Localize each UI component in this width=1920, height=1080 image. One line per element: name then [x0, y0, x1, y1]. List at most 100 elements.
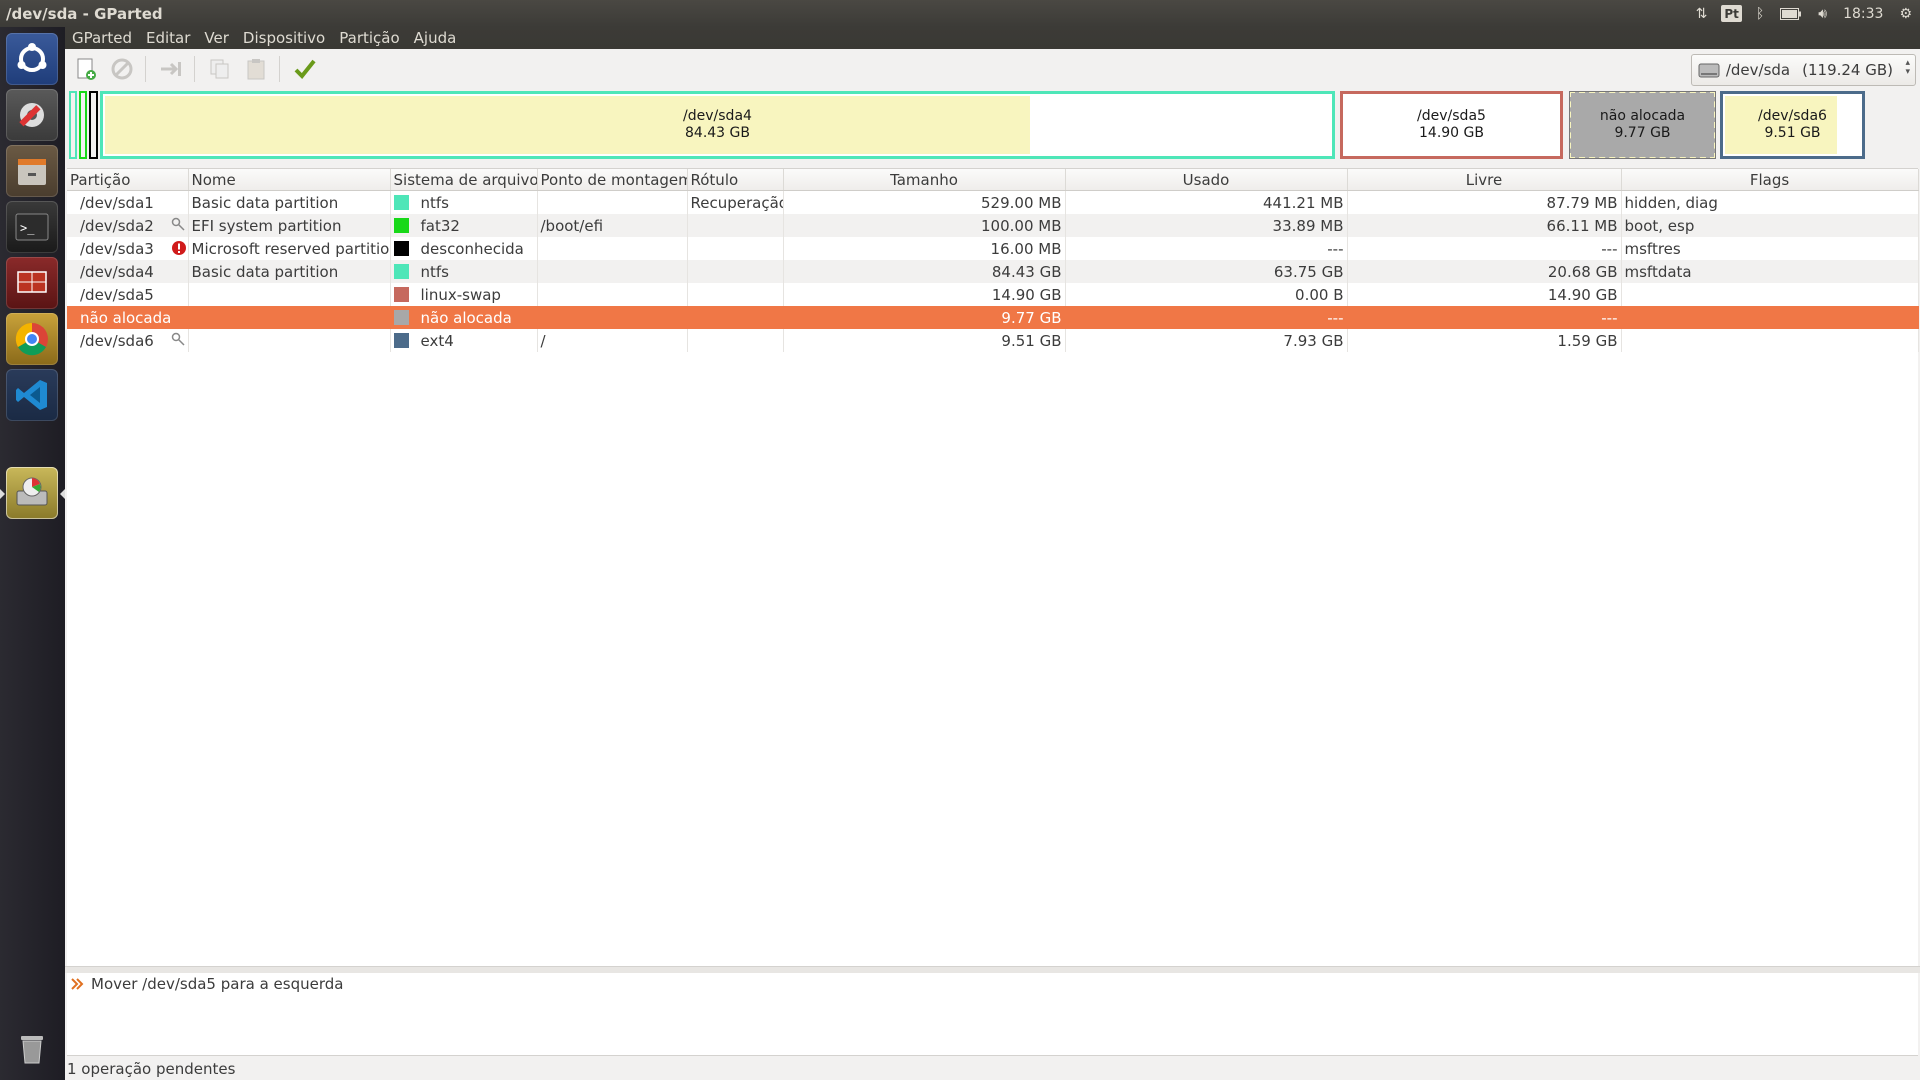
cell-partition: /dev/sda6	[80, 331, 154, 350]
fs-color-swatch	[393, 332, 409, 348]
diskmap-sda1[interactable]	[69, 91, 77, 159]
keyboard-layout-indicator[interactable]: Pt	[1721, 5, 1742, 22]
table-row[interactable]: /dev/sda6 ext4 / 9.51 GB 7.93 GB 1.59 GB	[67, 329, 1919, 352]
trash-icon[interactable]	[6, 1021, 58, 1073]
bluetooth-icon[interactable]: ᛒ	[1748, 0, 1772, 27]
column-header-usado[interactable]: Usado	[1065, 169, 1348, 191]
files-icon[interactable]	[6, 145, 58, 197]
cell-partition: /dev/sda2	[80, 216, 154, 235]
cell-size: 16.00 MB	[783, 237, 1066, 260]
apply-button[interactable]	[290, 54, 320, 84]
menu-ver[interactable]: Ver	[197, 29, 236, 47]
table-row-selected[interactable]: não alocada não alocada 9.77 GB --- ---	[67, 306, 1919, 329]
column-header-particao[interactable]: Partição	[67, 169, 189, 191]
cell-used: 63.75 GB	[1065, 260, 1348, 283]
operation-text: Mover /dev/sda5 para a esquerda	[91, 975, 344, 993]
cell-label	[687, 260, 784, 283]
new-icon	[77, 58, 96, 80]
diskmap-sda5[interactable]: /dev/sda5 14.90 GB	[1340, 91, 1563, 159]
table-row[interactable]: /dev/sda3 Microsoft reserved partition d…	[67, 237, 1919, 260]
column-header-flags[interactable]: Flags	[1621, 169, 1919, 191]
menu-particao[interactable]: Partição	[332, 29, 406, 47]
delete-partition-button[interactable]	[107, 54, 137, 84]
cell-fs: linux-swap	[420, 285, 501, 304]
cell-flags: msftres	[1621, 237, 1919, 260]
diskmap-sda4[interactable]: /dev/sda4 84.43 GB	[100, 91, 1335, 159]
terminal-icon[interactable]: >_	[6, 201, 58, 253]
menu-ajuda[interactable]: Ajuda	[407, 29, 464, 47]
column-header-montagem[interactable]: Ponto de montagem	[537, 169, 688, 191]
cell-used: ---	[1065, 237, 1348, 260]
menu-dispositivo[interactable]: Dispositivo	[236, 29, 332, 47]
column-header-nome[interactable]: Nome	[188, 169, 391, 191]
checkmark-icon	[294, 59, 316, 79]
fs-color-swatch	[393, 194, 409, 210]
diskmap-unallocated[interactable]: não alocada 9.77 GB	[1569, 91, 1716, 159]
cell-fs: ntfs	[420, 193, 449, 212]
diskmap-sda4-usage	[105, 96, 1030, 154]
gparted-icon[interactable]	[6, 467, 58, 519]
key-icon	[171, 332, 185, 350]
fs-color-swatch	[393, 240, 409, 256]
copy-button[interactable]	[205, 54, 235, 84]
network-icon[interactable]: ⇅	[1688, 0, 1716, 27]
battery-icon[interactable]	[1772, 0, 1810, 27]
table-row[interactable]: /dev/sda2 EFI system partition fat32 /bo…	[67, 214, 1919, 237]
column-header-sistema[interactable]: Sistema de arquivos	[390, 169, 538, 191]
cell-size: 9.77 GB	[783, 306, 1066, 329]
launcher: >_	[0, 27, 66, 1080]
vscode-icon[interactable]	[6, 369, 58, 421]
cell-free: ---	[1347, 237, 1622, 260]
system-settings-icon[interactable]	[6, 89, 58, 141]
menu-editar[interactable]: Editar	[139, 29, 197, 47]
disk-map: /dev/sda4 84.43 GB /dev/sda5 14.90 GB nã…	[69, 89, 1917, 161]
column-header-livre[interactable]: Livre	[1347, 169, 1622, 191]
remote-desktop-icon[interactable]	[6, 257, 58, 309]
cell-flags	[1621, 306, 1919, 329]
pane-splitter[interactable]	[65, 966, 1920, 973]
cell-mount: /	[537, 329, 688, 352]
chrome-icon[interactable]	[6, 313, 58, 365]
diskmap-sda6-name: /dev/sda6	[1758, 108, 1827, 124]
diskmap-sda6[interactable]: /dev/sda6 9.51 GB	[1720, 91, 1865, 159]
cell-mount	[537, 283, 688, 306]
column-header-rotulo[interactable]: Rótulo	[687, 169, 784, 191]
cell-fs: desconhecida	[420, 239, 524, 258]
cell-mount	[537, 190, 688, 214]
clock[interactable]: 18:33	[1835, 0, 1891, 27]
diskmap-sda3[interactable]	[89, 91, 98, 159]
cell-size: 100.00 MB	[783, 214, 1066, 237]
device-selector[interactable]: /dev/sda (119.24 GB) ▴ ▾	[1690, 54, 1916, 86]
gparted-window: GParted Editar Ver Dispositivo Partição …	[65, 27, 1920, 1080]
table-row[interactable]: /dev/sda5 linux-swap 14.90 GB 0.00 B 14.…	[67, 283, 1919, 306]
cell-flags: boot, esp	[1621, 214, 1919, 237]
toolbar-separator	[279, 56, 280, 82]
table-row[interactable]: /dev/sda4 Basic data partition ntfs 84.4…	[67, 260, 1919, 283]
cell-label	[687, 329, 784, 352]
cell-size: 14.90 GB	[783, 283, 1066, 306]
volume-icon[interactable]: 🔊︎	[1810, 0, 1835, 27]
operation-item[interactable]: Mover /dev/sda5 para a esquerda	[67, 973, 1918, 995]
dash-home-icon[interactable]	[6, 33, 58, 85]
paste-button[interactable]	[241, 54, 271, 84]
cell-flags: hidden, diag	[1621, 190, 1919, 214]
table-row[interactable]: /dev/sda1 Basic data partition ntfs Recu…	[67, 190, 1919, 214]
diskmap-sda2[interactable]	[79, 91, 87, 159]
fs-color-swatch	[393, 217, 409, 233]
diskmap-sda4-size: 84.43 GB	[685, 125, 750, 141]
fs-color-swatch	[393, 286, 409, 302]
menu-gparted[interactable]: GParted	[65, 29, 139, 47]
settings-gear-icon[interactable]: ⚙	[1891, 0, 1920, 27]
move-right-icon	[71, 978, 84, 990]
cell-free: 14.90 GB	[1347, 283, 1622, 306]
device-name: /dev/sda	[1725, 61, 1791, 79]
diskmap-sda5-name: /dev/sda5	[1417, 108, 1486, 124]
system-tray: ⇅ Pt ᛒ 🔊︎ 18:33 ⚙	[1688, 0, 1920, 27]
new-partition-button[interactable]	[71, 54, 101, 84]
cell-used: 33.89 MB	[1065, 214, 1348, 237]
cell-flags	[1621, 329, 1919, 352]
resize-move-button[interactable]	[156, 54, 186, 84]
cell-fs: ntfs	[420, 262, 449, 281]
cell-name: EFI system partition	[188, 214, 391, 237]
column-header-tamanho[interactable]: Tamanho	[783, 169, 1066, 191]
